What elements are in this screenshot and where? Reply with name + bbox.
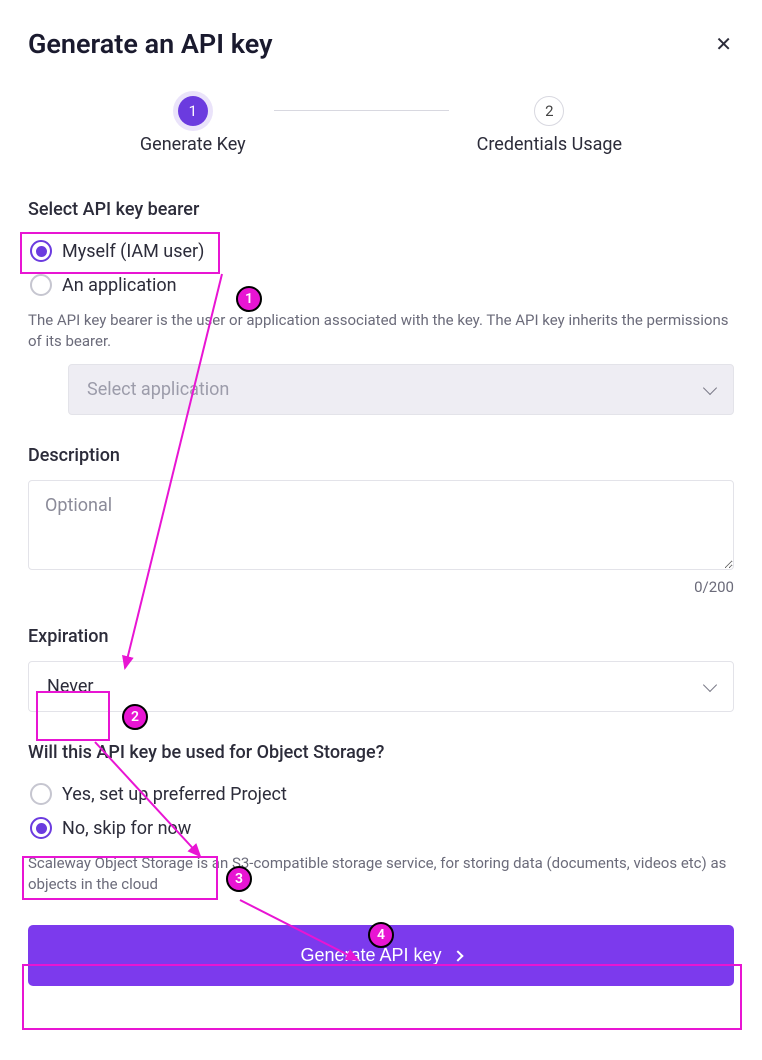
radio-os-yes[interactable]: Yes, set up preferred Project xyxy=(28,777,734,811)
object-storage-help-text: Scaleway Object Storage is an S3-compati… xyxy=(28,853,734,895)
expiration-dropdown[interactable]: Never xyxy=(28,661,734,712)
step-label-1: Generate Key xyxy=(140,134,246,155)
radio-myself-label: Myself (IAM user) xyxy=(62,241,204,262)
expiration-value: Never xyxy=(47,676,94,697)
step-number-2: 2 xyxy=(534,96,564,126)
radio-application[interactable]: An application xyxy=(28,268,734,302)
step-generate-key: 1 Generate Key xyxy=(140,96,246,155)
radio-os-yes-label: Yes, set up preferred Project xyxy=(62,784,287,805)
generate-api-key-button[interactable]: Generate API key xyxy=(28,925,734,986)
stepper-connector xyxy=(274,110,449,111)
close-icon[interactable]: ✕ xyxy=(715,32,732,56)
section-description: Description 0/200 xyxy=(28,445,734,596)
chevron-down-icon xyxy=(703,380,717,394)
step-label-2: Credentials Usage xyxy=(477,134,622,155)
step-number-1: 1 xyxy=(178,96,208,126)
description-heading: Description xyxy=(28,445,734,466)
generate-button-label: Generate API key xyxy=(300,945,441,966)
stepper: 1 Generate Key 2 Credentials Usage xyxy=(28,96,734,155)
section-object-storage: Will this API key be used for Object Sto… xyxy=(28,742,734,895)
radio-icon xyxy=(30,817,52,839)
page-title: Generate an API key xyxy=(28,28,734,60)
radio-icon xyxy=(30,783,52,805)
section-expiration: Expiration Never xyxy=(28,626,734,712)
radio-icon xyxy=(30,240,52,262)
chevron-right-icon xyxy=(452,950,463,961)
description-input[interactable] xyxy=(28,480,734,570)
radio-icon xyxy=(30,274,52,296)
step-credentials-usage: 2 Credentials Usage xyxy=(477,96,622,155)
radio-application-label: An application xyxy=(62,275,177,296)
expiration-heading: Expiration xyxy=(28,626,734,647)
bearer-help-text: The API key bearer is the user or applic… xyxy=(28,310,734,352)
select-application: Select application xyxy=(68,364,734,415)
radio-os-no-label: No, skip for now xyxy=(62,818,191,839)
description-counter: 0/200 xyxy=(28,578,734,596)
select-application-placeholder: Select application xyxy=(87,379,229,400)
object-storage-heading: Will this API key be used for Object Sto… xyxy=(28,742,734,763)
bearer-heading: Select API key bearer xyxy=(28,199,734,220)
radio-myself[interactable]: Myself (IAM user) xyxy=(28,234,734,268)
radio-os-no[interactable]: No, skip for now xyxy=(28,811,734,845)
section-bearer: Select API key bearer Myself (IAM user) … xyxy=(28,199,734,415)
chevron-down-icon xyxy=(703,677,717,691)
